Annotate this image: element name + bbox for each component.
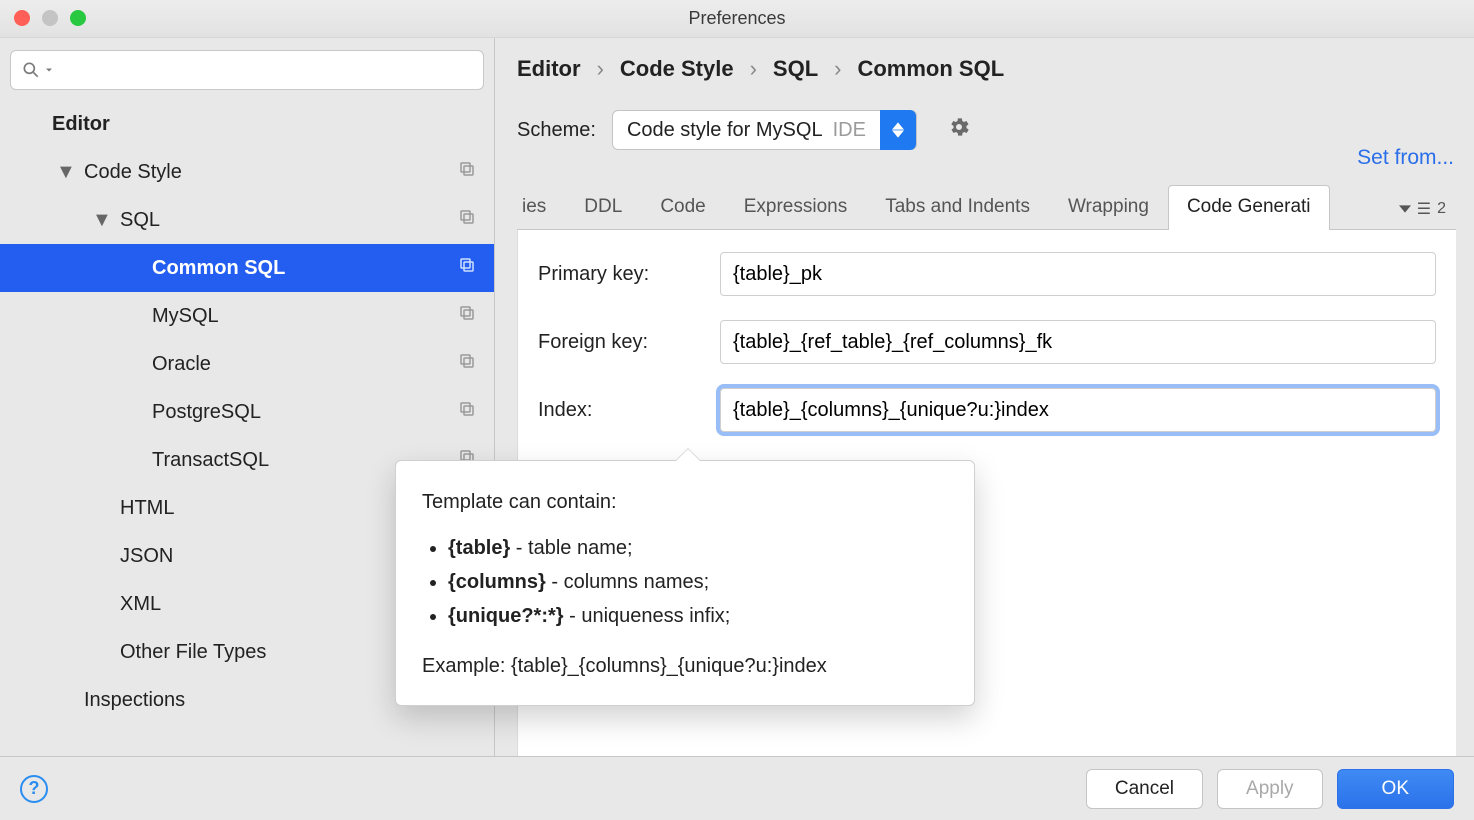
scheme-icon (458, 256, 476, 280)
index-label: Index: (538, 399, 700, 422)
tree-label: Oracle (0, 353, 494, 376)
apply-button[interactable]: Apply (1217, 769, 1323, 809)
tooltip-item: {unique?*:*} - uniqueness infix; (448, 599, 948, 633)
tree-label: MySQL (0, 305, 494, 328)
titlebar: Preferences (0, 0, 1474, 38)
scheme-value: Code style for MySQL (627, 119, 823, 142)
breadcrumb: Editor › Code Style › SQL › Common SQL (517, 56, 1456, 110)
tree-item-common-sql[interactable]: Common SQL (0, 244, 494, 292)
tree-item-sql[interactable]: ▼ SQL (0, 196, 494, 244)
scheme-select[interactable]: Code style for MySQL IDE (612, 110, 917, 150)
tab-tabs-indents[interactable]: Tabs and Indents (866, 185, 1049, 230)
chevron-down-icon (892, 130, 904, 138)
scheme-icon (458, 352, 476, 376)
tab-code-generation[interactable]: Code Generati (1168, 185, 1330, 230)
scheme-label: Scheme: (517, 119, 596, 142)
chevron-right-icon: › (750, 56, 757, 82)
breadcrumb-part: Common SQL (857, 56, 1004, 82)
chevron-up-icon (892, 122, 904, 130)
scheme-icon (458, 160, 476, 184)
tooltip-example: Example: {table}_{columns}_{unique?u:}in… (422, 649, 948, 683)
tooltip-item: {columns} - columns names; (448, 565, 948, 599)
chevron-right-icon: › (834, 56, 841, 82)
foreign-key-label: Foreign key: (538, 331, 700, 354)
tab-truncated[interactable]: ies (517, 185, 565, 230)
search-icon (21, 60, 41, 80)
scheme-row: Scheme: Code style for MySQL IDE (517, 110, 1456, 150)
chevron-down-icon: ▼ (92, 209, 112, 232)
index-input[interactable] (720, 388, 1436, 432)
breadcrumb-part[interactable]: Code Style (620, 56, 734, 82)
scheme-stepper[interactable] (880, 110, 916, 150)
template-tooltip: Template can contain: {table} - table na… (395, 460, 975, 706)
chevron-down-icon: ▼ (56, 161, 76, 184)
tree-label: Common SQL (0, 257, 494, 280)
tooltip-title: Template can contain: (422, 485, 948, 519)
tab-ddl[interactable]: DDL (565, 185, 641, 230)
chevron-right-icon: › (597, 56, 604, 82)
breadcrumb-part[interactable]: SQL (773, 56, 818, 82)
gear-icon[interactable] (947, 115, 971, 145)
scheme-icon (458, 208, 476, 232)
breadcrumb-part[interactable]: Editor (517, 56, 581, 82)
tree-item-mysql[interactable]: MySQL (0, 292, 494, 340)
primary-key-input[interactable] (720, 252, 1436, 296)
tab-code[interactable]: Code (641, 185, 724, 230)
tabs-overflow[interactable]: ☰ 2 (1389, 199, 1456, 229)
zoom-window-button[interactable] (70, 10, 86, 26)
ok-button[interactable]: OK (1337, 769, 1454, 809)
tree-label: Editor (0, 113, 494, 136)
foreign-key-row: Foreign key: (538, 320, 1436, 364)
tree-item-postgresql[interactable]: PostgreSQL (0, 388, 494, 436)
tab-expressions[interactable]: Expressions (725, 185, 867, 230)
tree-item-oracle[interactable]: Oracle (0, 340, 494, 388)
window-controls (14, 10, 86, 26)
tree-label: SQL (0, 209, 494, 232)
foreign-key-input[interactable] (720, 320, 1436, 364)
scheme-icon (458, 304, 476, 328)
window-title: Preferences (688, 8, 785, 29)
minimize-window-button[interactable] (42, 10, 58, 26)
chevron-down-icon (43, 64, 55, 76)
tree-item-code-style[interactable]: ▼ Code Style (0, 148, 494, 196)
primary-key-label: Primary key: (538, 263, 700, 286)
cancel-button[interactable]: Cancel (1086, 769, 1203, 809)
set-from-link[interactable]: Set from... (1357, 146, 1454, 170)
footer: ? Cancel Apply OK (0, 756, 1474, 820)
help-button[interactable]: ? (20, 775, 48, 803)
tooltip-item: {table} - table name; (448, 531, 948, 565)
chevron-down-icon (1399, 203, 1411, 215)
primary-key-row: Primary key: (538, 252, 1436, 296)
tree-item-editor[interactable]: Editor (0, 100, 494, 148)
tree-label: PostgreSQL (0, 401, 494, 424)
tab-wrapping[interactable]: Wrapping (1049, 185, 1168, 230)
scheme-icon (458, 400, 476, 424)
index-row: Index: (538, 388, 1436, 432)
tabs: ies DDL Code Expressions Tabs and Indent… (517, 184, 1456, 230)
search-input[interactable] (10, 50, 484, 90)
tabs-overflow-count: 2 (1437, 200, 1446, 218)
scheme-ide-tag: IDE (833, 119, 870, 142)
close-window-button[interactable] (14, 10, 30, 26)
